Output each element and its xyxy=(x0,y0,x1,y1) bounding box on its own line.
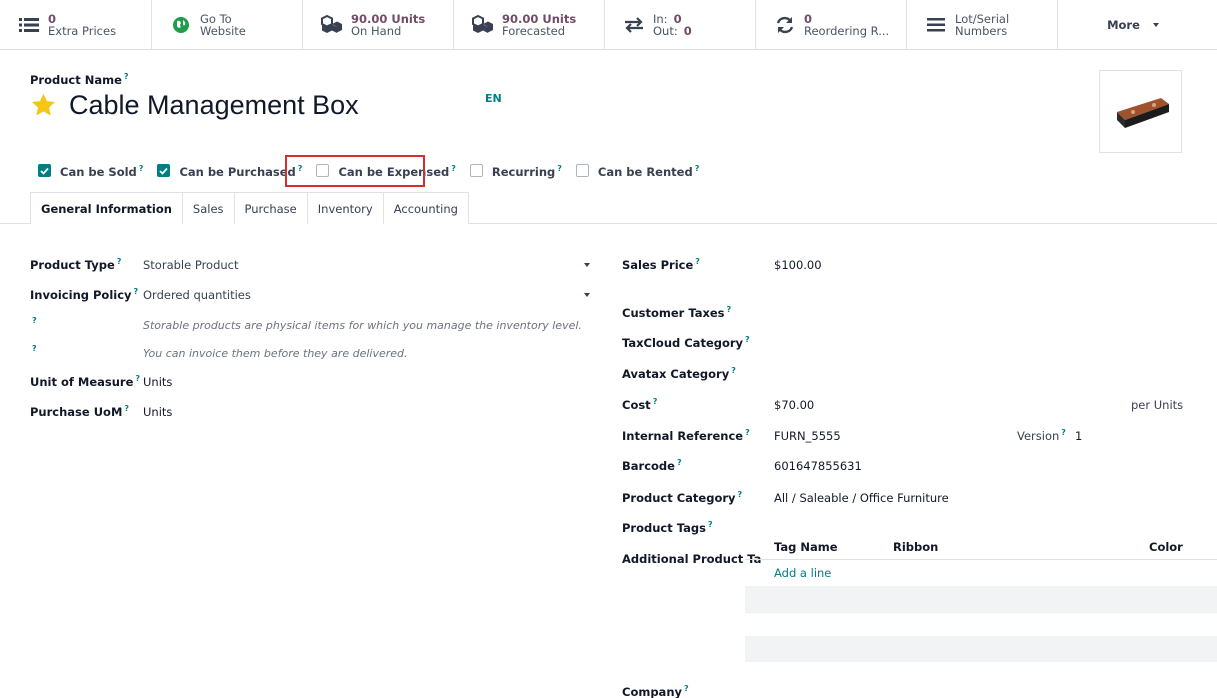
cubes-icon xyxy=(472,14,494,36)
tooltip-mark: ? xyxy=(32,316,37,325)
product-type-label: Product Type? xyxy=(30,257,122,272)
table-row xyxy=(745,612,1217,638)
can-be-sold-checkbox[interactable]: Can be Sold? xyxy=(38,163,144,179)
go-to-website-button[interactable]: Go To Website xyxy=(152,0,303,50)
cost-label: Cost? xyxy=(622,397,658,412)
recurring-label: Recurring? xyxy=(491,163,562,179)
more-button[interactable]: More xyxy=(1058,0,1208,50)
on-hand-button[interactable]: 90.00 Units On Hand xyxy=(303,0,454,50)
tag-table-header: Tag Name Ribbon Color xyxy=(745,535,1217,560)
extra-prices-label: Extra Prices xyxy=(48,24,117,38)
active-tab-gap xyxy=(31,223,162,224)
recurring-checkbox[interactable]: Recurring? xyxy=(469,163,562,179)
cable-box-image xyxy=(1116,97,1169,128)
can-be-purchased-label: Can be Purchased? xyxy=(179,163,303,179)
check-icon[interactable] xyxy=(157,164,171,178)
taxcloud-category-label: TaxCloud Category? xyxy=(622,335,750,350)
tab-inventory[interactable]: Inventory xyxy=(306,192,384,224)
additional-product-tags-label: Additional Product Ta xyxy=(622,552,762,566)
numbers-label: Numbers xyxy=(955,24,1008,38)
barcode-field[interactable]: 601647855631 xyxy=(774,459,862,473)
version-field[interactable]: 1 xyxy=(1075,429,1082,443)
product-type-select[interactable]: Storable Product xyxy=(143,258,239,272)
in-out-button[interactable]: In: 0 Out: 0 xyxy=(605,0,756,50)
color-column[interactable]: Color xyxy=(1149,540,1183,554)
extra-prices-button[interactable]: 0 Extra Prices xyxy=(0,0,152,50)
bars-icon xyxy=(925,14,947,36)
out-label: Out: xyxy=(653,24,678,38)
sales-price-label: Sales Price? xyxy=(622,257,700,272)
caret-down-icon xyxy=(1152,23,1159,27)
refresh-icon xyxy=(774,14,796,36)
forecasted-label: Forecasted xyxy=(502,24,566,38)
sales-price-field[interactable]: $100.00 xyxy=(774,258,822,272)
product-type-hint: Storable products are physical items for… xyxy=(143,319,582,332)
barcode-label: Barcode? xyxy=(622,458,682,473)
tab-purchase[interactable]: Purchase xyxy=(233,192,308,224)
cubes-icon xyxy=(321,14,343,36)
checkbox-box[interactable] xyxy=(469,164,483,178)
product-title-row: Cable Management Box xyxy=(30,90,359,121)
reordering-rules-button[interactable]: 0 Reordering R... xyxy=(756,0,907,50)
caret-down-icon[interactable] xyxy=(584,293,590,297)
notebook-tabs: General Information Sales Purchase Inven… xyxy=(30,192,469,224)
product-tags-label: Product Tags? xyxy=(622,520,713,535)
tab-sales[interactable]: Sales xyxy=(181,192,235,224)
language-button[interactable]: EN xyxy=(485,92,502,105)
product-category-field[interactable]: All / Saleable / Office Furniture xyxy=(774,491,949,505)
tooltip-mark: ? xyxy=(123,72,129,81)
internal-reference-field[interactable]: FURN_5555 xyxy=(774,429,841,443)
globe-icon xyxy=(170,14,192,36)
checkbox-box[interactable] xyxy=(575,164,589,178)
add-a-line-link[interactable]: Add a line xyxy=(774,566,831,580)
product-image[interactable] xyxy=(1099,70,1182,153)
product-name-input[interactable]: Cable Management Box xyxy=(69,90,359,121)
unit-of-measure-label: Unit of Measure? xyxy=(30,374,141,389)
avatax-category-label: Avatax Category? xyxy=(622,366,736,381)
table-row xyxy=(745,586,1217,612)
internal-reference-label: Internal Reference? xyxy=(622,428,750,443)
purchase-uom-label: Purchase UoM? xyxy=(30,404,130,419)
tag-name-column[interactable]: Tag Name xyxy=(774,540,838,554)
product-name-label: Product Name? xyxy=(30,72,129,87)
version-label: Version? xyxy=(1017,428,1066,443)
on-hand-label: On Hand xyxy=(351,24,402,38)
exchange-icon xyxy=(623,14,645,36)
product-category-label: Product Category? xyxy=(622,490,743,505)
purchase-uom-field[interactable]: Units xyxy=(143,405,172,419)
customer-taxes-label: Customer Taxes? xyxy=(622,305,732,320)
can-be-rented-label: Can be Rented? xyxy=(597,163,700,179)
invoicing-policy-select[interactable]: Ordered quantities xyxy=(143,288,251,302)
smart-buttons-bar: 0 Extra Prices Go To Website 90.00 Units… xyxy=(0,0,1217,50)
table-row xyxy=(745,636,1217,662)
star-icon[interactable] xyxy=(30,92,57,119)
cost-field[interactable]: $70.00 xyxy=(774,398,814,412)
website-label: Website xyxy=(200,24,246,38)
tooltip-mark: ? xyxy=(32,344,37,353)
highlight-box xyxy=(285,155,425,187)
caret-down-icon[interactable] xyxy=(584,263,590,267)
cost-unit: per Units xyxy=(1131,398,1184,412)
lot-serial-button[interactable]: Lot/Serial Numbers xyxy=(907,0,1058,50)
tab-general-information[interactable]: General Information xyxy=(30,192,183,224)
can-be-sold-label: Can be Sold? xyxy=(60,163,144,179)
ribbon-column[interactable]: Ribbon xyxy=(893,540,938,554)
check-icon[interactable] xyxy=(38,164,51,178)
more-label: More xyxy=(1107,18,1140,32)
forecasted-button[interactable]: 90.00 Units Forecasted xyxy=(454,0,605,50)
invoicing-hint: You can invoice them before they are del… xyxy=(143,347,408,360)
tab-accounting[interactable]: Accounting xyxy=(382,192,469,224)
invoicing-policy-label: Invoicing Policy? xyxy=(30,287,139,302)
can-be-purchased-checkbox[interactable]: Can be Purchased? xyxy=(157,163,303,179)
company-label: Company? xyxy=(622,684,689,698)
list-icon xyxy=(18,14,40,36)
reordering-label: Reordering R... xyxy=(804,24,890,38)
out-value: 0 xyxy=(683,24,692,38)
can-be-rented-checkbox[interactable]: Can be Rented? xyxy=(575,163,700,179)
unit-of-measure-field[interactable]: Units xyxy=(143,375,172,389)
